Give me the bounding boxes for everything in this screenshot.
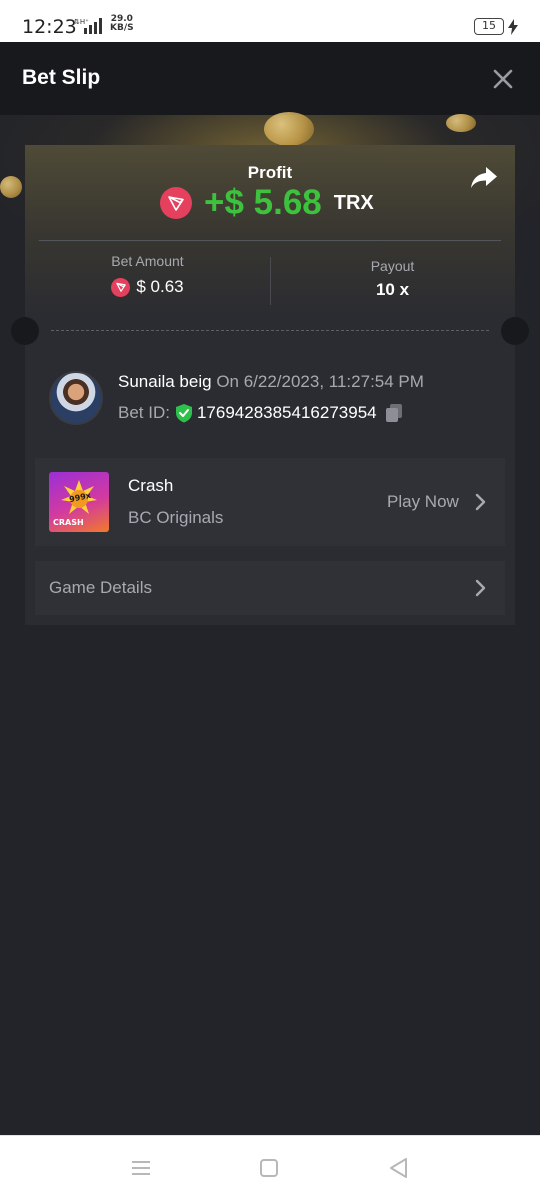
dashed-separator (51, 330, 489, 331)
payout-stat: Payout 10 x (270, 258, 515, 300)
play-now-button[interactable]: Play Now (387, 492, 459, 512)
bet-id-value: 1769428385416273954 (196, 403, 377, 422)
header: Bet Slip (0, 42, 540, 115)
trx-coin-icon (111, 277, 131, 297)
decorative-coin (446, 114, 476, 132)
trx-coin-icon (160, 187, 192, 219)
avatar (49, 371, 103, 425)
battery-indicator: 15 (474, 18, 504, 35)
bet-amount-value: $ 0.63 (136, 277, 184, 296)
profit-currency: TRX (333, 191, 374, 214)
charging-icon (508, 19, 518, 35)
share-icon[interactable] (469, 165, 499, 191)
network-speed: 29.0 KB/S (110, 14, 134, 33)
thumbnail-label: CRASH (53, 518, 84, 527)
chevron-right-icon (475, 579, 486, 597)
thumbnail-multiplier: 999x (68, 491, 92, 504)
page-title: Bet Slip (22, 66, 101, 89)
payout-value: 10 x (375, 280, 410, 299)
game-name: Crash (128, 476, 174, 495)
tron-logo-icon (168, 196, 184, 211)
profit-row: +$ 5.68 TRX (160, 183, 374, 223)
bet-slip-card: Profit +$ 5.68 TRX Bet Amount $ 0.63 Pay… (11, 145, 529, 625)
system-nav-bar (0, 1135, 540, 1200)
profit-value: +$ 5.68 (204, 183, 322, 222)
bet-id-line: Bet ID: 1769428385416273954 (118, 403, 403, 423)
close-icon[interactable] (490, 66, 516, 92)
game-provider: BC Originals (128, 508, 224, 527)
game-details-row[interactable]: Game Details (35, 561, 505, 615)
user-line: Sunaila beig On 6/22/2023, 11:27:54 PM (118, 372, 424, 392)
verified-shield-icon (175, 404, 192, 423)
game-row[interactable]: 999x CRASH Crash BC Originals Play Now (35, 458, 505, 546)
signal-icon: ⇅H⁺ (74, 18, 102, 34)
game-thumbnail: 999x CRASH (49, 472, 109, 532)
svg-text:999x: 999x (68, 491, 92, 504)
svg-text:⇅H⁺: ⇅H⁺ (74, 18, 89, 26)
status-time: 12:23 (22, 16, 77, 38)
decorative-coin (0, 176, 22, 198)
tron-logo-icon (116, 282, 126, 292)
bet-date: On 6/22/2023, 11:27:54 PM (216, 372, 424, 391)
chevron-right-icon (475, 493, 486, 511)
ticket-notch-left (11, 317, 39, 345)
divider (39, 240, 501, 241)
bet-amount-label: Bet Amount (111, 253, 184, 269)
username: Sunaila beig (118, 372, 212, 391)
bet-id-label: Bet ID: (118, 403, 170, 422)
payout-label: Payout (370, 258, 415, 274)
status-bar: 12:23 ⇅H⁺ 29.0 KB/S 15 (0, 0, 540, 42)
back-icon[interactable] (388, 1157, 408, 1179)
ticket-notch-right (501, 317, 529, 345)
home-icon[interactable] (260, 1159, 278, 1177)
decorative-coin (264, 112, 314, 146)
copy-icon[interactable] (385, 403, 403, 423)
menu-icon[interactable] (131, 1159, 151, 1177)
bet-amount-stat: Bet Amount $ 0.63 (25, 253, 270, 298)
bet-amount-row: $ 0.63 (111, 277, 184, 297)
game-details-label: Game Details (49, 578, 152, 597)
profit-label: Profit (247, 163, 293, 182)
